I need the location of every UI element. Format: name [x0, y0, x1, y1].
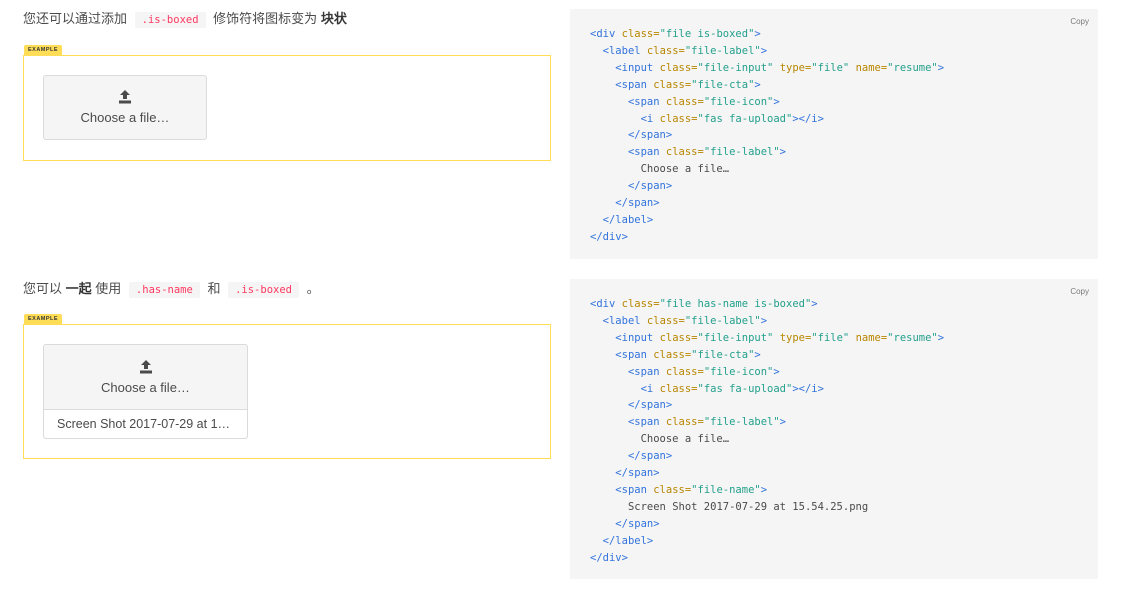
intro-text: 您可以	[23, 281, 63, 296]
file-label: Choose a file…	[80, 110, 170, 125]
example-box-2: EXAMPLE Choose a file… Screen Shot 2017-…	[23, 314, 551, 459]
inline-code-has-name: .has-name	[128, 282, 200, 298]
code-snippet: <div class="file is-boxed"> <label class…	[590, 28, 945, 243]
copy-button[interactable]: Copy	[1070, 17, 1089, 26]
file-upload-boxed-named[interactable]: Choose a file… Screen Shot 2017-07-29 at…	[43, 344, 248, 439]
intro-text: 修饰符将图标变为	[213, 11, 318, 26]
file-upload-boxed[interactable]: Choose a file…	[43, 75, 207, 140]
inline-code-is-boxed: .is-boxed	[228, 282, 299, 298]
example-tag: EXAMPLE	[24, 314, 63, 325]
intro-text: 使用	[95, 281, 122, 296]
code-block-2: Copy <div class="file has-name is-boxed"…	[570, 279, 1098, 579]
file-name: Screen Shot 2017-07-29 at 15.54.25.png	[44, 409, 247, 438]
file-cta[interactable]: Choose a file…	[44, 345, 247, 409]
example-tag: EXAMPLE	[24, 45, 63, 56]
example-box-1: EXAMPLE Choose a file…	[23, 45, 551, 161]
upload-icon	[119, 90, 131, 104]
section1-intro: 您还可以通过添加 .is-boxed 修饰符将图标变为 块状	[23, 9, 347, 30]
intro-text: 您还可以通过添加	[23, 11, 128, 26]
intro-text: 和	[207, 281, 221, 296]
code-block-1: Copy <div class="file is-boxed"> <label …	[570, 9, 1098, 259]
section2-intro: 您可以 一起 使用 .has-name 和 .is-boxed 。	[23, 279, 320, 300]
intro-text: 。	[306, 281, 320, 296]
code-snippet: <div class="file has-name is-boxed"> <la…	[590, 298, 945, 564]
file-label: Choose a file…	[101, 379, 190, 395]
inline-code: .is-boxed	[134, 12, 206, 28]
upload-icon	[139, 359, 152, 373]
intro-strong: 一起	[65, 281, 92, 296]
intro-strong: 块状	[320, 11, 347, 26]
copy-button[interactable]: Copy	[1070, 287, 1089, 296]
file-cta[interactable]: Choose a file…	[44, 76, 206, 139]
